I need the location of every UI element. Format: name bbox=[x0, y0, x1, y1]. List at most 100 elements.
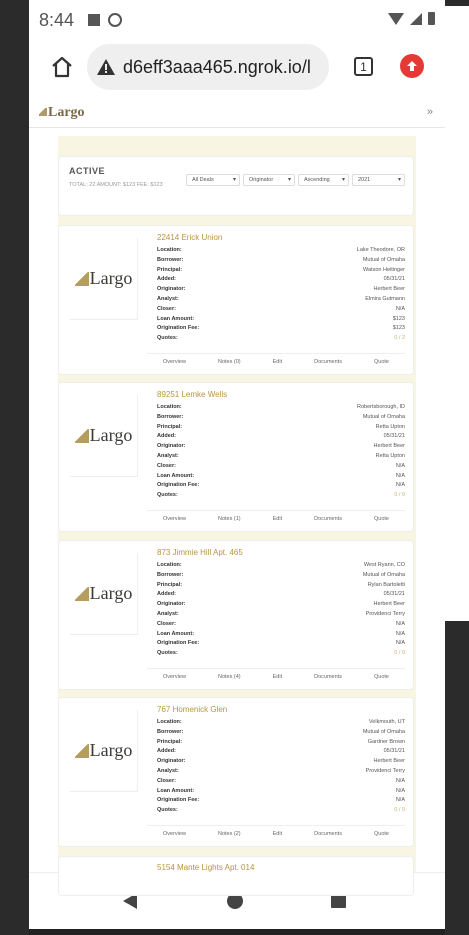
deal-card[interactable]: Largo 89251 Lemke Wells Location: Roberts… bbox=[58, 382, 414, 532]
deal-card[interactable]: 5154 Mante Lights Apt. 014 bbox=[58, 856, 414, 896]
tabs-button[interactable]: 1 bbox=[354, 57, 373, 76]
overview-link[interactable]: Overview bbox=[163, 674, 186, 680]
location-row: Location: Velkmouth, UT bbox=[157, 719, 405, 725]
deal-card[interactable]: Largo 767 Homenick Glen Location: Velkmou… bbox=[58, 697, 414, 847]
closer-row: Closer: N/A bbox=[157, 777, 405, 784]
added-row: Added: 05/31/21 bbox=[157, 591, 405, 598]
site-header: Largo » bbox=[29, 98, 445, 128]
home-icon bbox=[52, 56, 72, 78]
documents-link[interactable]: Documents bbox=[314, 359, 342, 365]
documents-link[interactable]: Documents bbox=[314, 674, 342, 680]
quotes-row: Quotes: 0 / 0 bbox=[157, 650, 405, 657]
originator-row: Originator: Herbert Beer bbox=[157, 758, 405, 765]
totals-summary: TOTAL: 22 AMOUNT: $123 FEE: $123 bbox=[69, 182, 163, 188]
borrower-row: Borrower: Mutual of Omaha bbox=[157, 256, 405, 263]
documents-link[interactable]: Documents bbox=[314, 831, 342, 837]
deal-title[interactable]: 767 Homenick Glen bbox=[157, 705, 227, 714]
overview-link[interactable]: Overview bbox=[163, 516, 186, 522]
deal-title[interactable]: 873 Jimmie Hill Apt. 465 bbox=[157, 548, 243, 557]
menu-toggle[interactable]: » bbox=[427, 106, 433, 118]
deal-details: Location: Velkmouth, UT Borrower: Mutual o… bbox=[157, 718, 405, 816]
url-bar[interactable]: d6eff3aaa465.ngrok.io/l bbox=[87, 44, 329, 90]
left-frame bbox=[0, 0, 29, 935]
logo-mark-icon bbox=[39, 108, 47, 116]
edit-link[interactable]: Edit bbox=[273, 831, 282, 837]
analyst-row: Analyst: Retta Upton bbox=[157, 452, 405, 459]
originator-row: Originator: Herbert Beer bbox=[157, 601, 405, 608]
quote-link[interactable]: Quote bbox=[374, 359, 389, 365]
deal-card[interactable]: Largo 873 Jimmie Hill Apt. 465 Location:… bbox=[58, 540, 414, 690]
logo-mark-icon bbox=[74, 586, 89, 601]
origination-fee-row: Origination Fee: N/A bbox=[157, 482, 405, 489]
deal-actions: Overview Notes (1) Edit Documents Quote bbox=[147, 510, 405, 526]
quotes-row: Quotes: 0 / 2 bbox=[157, 335, 405, 342]
url-text: d6eff3aaa465.ngrok.io/l bbox=[123, 56, 311, 77]
closer-row: Closer: N/A bbox=[157, 305, 405, 312]
added-row: Added: 05/31/21 bbox=[157, 433, 405, 440]
quote-link[interactable]: Quote bbox=[374, 674, 389, 680]
deal-logo-box: Largo bbox=[70, 238, 138, 320]
site-logo[interactable]: Largo bbox=[39, 105, 85, 121]
deal-logo: Largo bbox=[74, 425, 132, 446]
deal-logo: Largo bbox=[74, 583, 132, 604]
deal-actions: Overview Notes (2) Edit Documents Quote bbox=[147, 825, 405, 841]
quote-link[interactable]: Quote bbox=[374, 516, 389, 522]
location-row: Location: Robertsborough, ID bbox=[157, 404, 405, 410]
deal-card[interactable]: Largo 22414 Erick Union Location: Lake Th… bbox=[58, 225, 414, 375]
deal-title[interactable]: 89251 Lemke Wells bbox=[157, 390, 227, 399]
notes-link[interactable]: Notes (0) bbox=[218, 359, 241, 365]
deals-select[interactable]: All Deals bbox=[186, 174, 240, 186]
deal-logo-box: Largo bbox=[70, 395, 138, 477]
notification-icon bbox=[88, 14, 101, 26]
logo-mark-icon bbox=[74, 271, 89, 286]
added-row: Added: 05/31/21 bbox=[157, 276, 405, 283]
status-bar: 8:44 bbox=[29, 6, 445, 34]
browser-toolbar: d6eff3aaa465.ngrok.io/l 1 bbox=[29, 38, 445, 96]
status-icons bbox=[388, 12, 435, 25]
notes-link[interactable]: Notes (2) bbox=[218, 831, 241, 837]
quote-link[interactable]: Quote bbox=[374, 831, 389, 837]
analyst-row: Analyst: Providenci Terry bbox=[157, 767, 405, 774]
home-button[interactable] bbox=[37, 42, 87, 92]
filter-card: ACTIVE TOTAL: 22 AMOUNT: $123 FEE: $123 … bbox=[58, 156, 414, 216]
documents-link[interactable]: Documents bbox=[314, 516, 342, 522]
quotes-row: Quotes: 0 / 0 bbox=[157, 807, 405, 814]
deal-logo: Largo bbox=[74, 268, 132, 289]
status-time: 8:44 bbox=[39, 9, 75, 30]
analyst-row: Analyst: Providenci Terry bbox=[157, 610, 405, 617]
overview-link[interactable]: Overview bbox=[163, 831, 186, 837]
notes-link[interactable]: Notes (1) bbox=[218, 516, 241, 522]
originator-row: Originator: Herbert Beer bbox=[157, 286, 405, 293]
deal-actions: Overview Notes (4) Edit Documents Quote bbox=[147, 668, 405, 684]
year-select[interactable]: 2021 bbox=[352, 174, 405, 186]
edit-link[interactable]: Edit bbox=[273, 359, 282, 365]
deal-logo: Largo bbox=[74, 740, 132, 761]
originator-select[interactable]: Originator bbox=[243, 174, 295, 186]
warning-icon bbox=[97, 59, 115, 75]
location-row: Location: West Ryann, CO bbox=[157, 562, 405, 568]
deal-title[interactable]: 22414 Erick Union bbox=[157, 233, 222, 242]
battery-icon bbox=[428, 12, 435, 25]
principal-row: Principal: Gardner Brown bbox=[157, 738, 405, 745]
edit-link[interactable]: Edit bbox=[273, 674, 282, 680]
update-button[interactable] bbox=[400, 54, 424, 78]
order-select[interactable]: Ascending bbox=[298, 174, 349, 186]
deal-actions: Overview Notes (0) Edit Documents Quote bbox=[147, 353, 405, 369]
logo-mark-icon bbox=[74, 743, 89, 758]
principal-row: Principal: Rylan Bartoletti bbox=[157, 581, 405, 588]
edit-link[interactable]: Edit bbox=[273, 516, 282, 522]
added-row: Added: 05/31/21 bbox=[157, 748, 405, 755]
notes-link[interactable]: Notes (4) bbox=[218, 674, 241, 680]
signal-icon bbox=[410, 12, 422, 25]
loan-amount-row: Loan Amount: N/A bbox=[157, 787, 405, 794]
origination-fee-row: Origination Fee: $123 bbox=[157, 325, 405, 332]
sync-icon bbox=[108, 13, 123, 27]
principal-row: Principal: Retta Upton bbox=[157, 423, 405, 430]
closer-row: Closer: N/A bbox=[157, 462, 405, 469]
deal-details: Location: West Ryann, CO Borrower: Mutual … bbox=[157, 561, 405, 659]
overview-link[interactable]: Overview bbox=[163, 359, 186, 365]
location-row: Location: Lake Theodore, OR bbox=[157, 247, 405, 253]
deal-title[interactable]: 5154 Mante Lights Apt. 014 bbox=[157, 863, 254, 872]
side-panel bbox=[443, 6, 469, 621]
status-heading: ACTIVE bbox=[69, 166, 106, 176]
